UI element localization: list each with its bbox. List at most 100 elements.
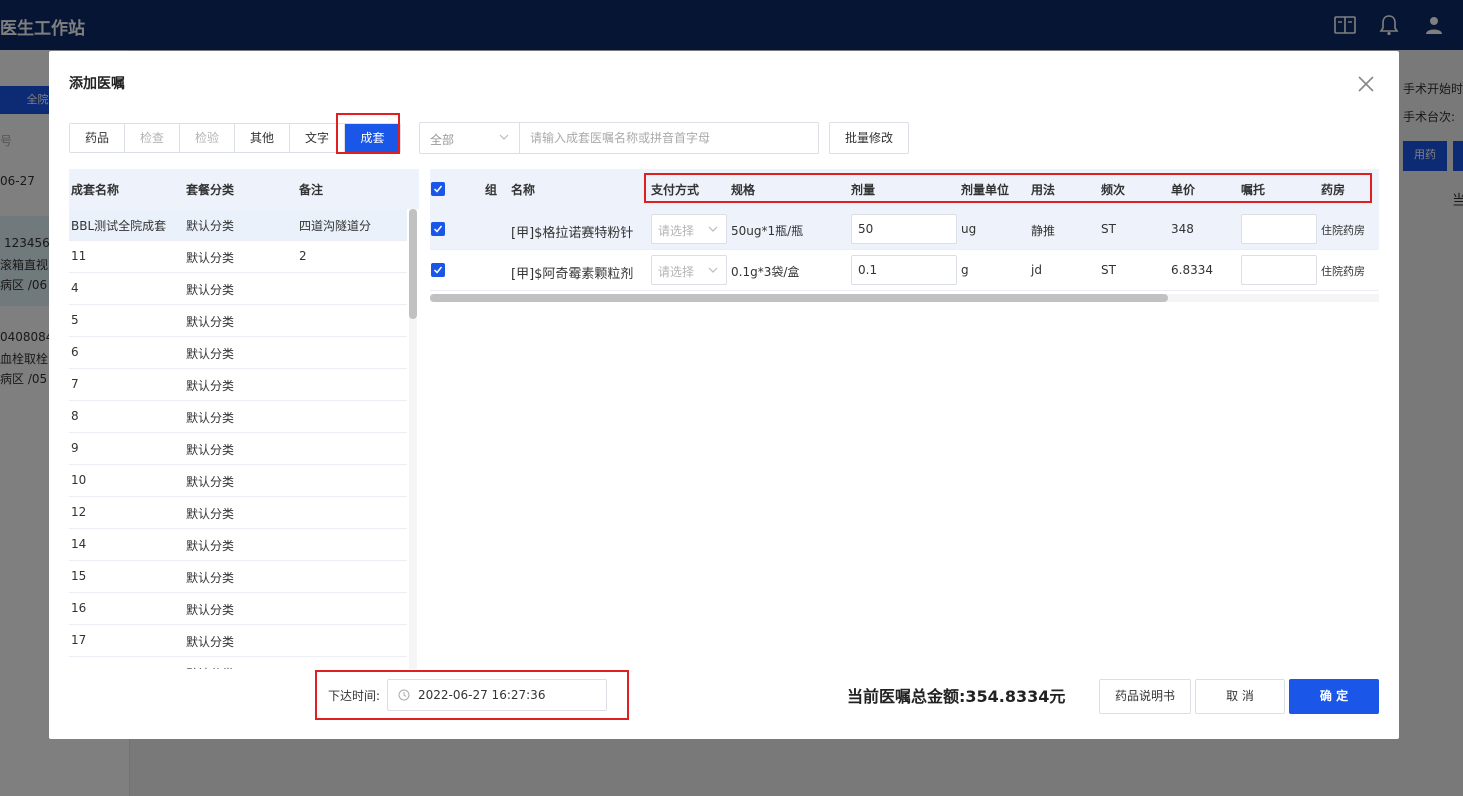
set-list-row[interactable]: 15 默认分类: [69, 561, 407, 593]
set-category-cell: 默认分类: [186, 219, 235, 233]
set-list-row[interactable]: BBL测试全院成套 默认分类 四道沟隧道分: [69, 209, 407, 241]
col-unit: 剂量单位: [961, 183, 1010, 197]
issue-time-value: 2022-06-27 16:27:36: [418, 688, 546, 702]
order-type-tabs: 药品 检查 检验 其他 文字 成套: [69, 123, 401, 153]
set-category-cell: 默认分类: [186, 411, 235, 425]
set-list-row[interactable]: 8 默认分类: [69, 401, 407, 433]
category-filter-select[interactable]: 全部: [419, 122, 519, 154]
set-name-cell: 6: [71, 345, 79, 359]
set-list-row[interactable]: 14 默认分类: [69, 529, 407, 561]
chevron-down-icon: [708, 226, 718, 232]
drug-manual-button[interactable]: 药品说明书: [1099, 679, 1191, 714]
col-pay: 支付方式: [651, 183, 700, 197]
usage: jd: [1031, 263, 1042, 277]
dose-unit: ug: [961, 222, 977, 236]
order-table-hscrollbar[interactable]: [430, 294, 1379, 302]
col-name: 名称: [511, 183, 536, 197]
set-list-header: 成套名称 套餐分类 备注: [69, 169, 419, 209]
order-detail-table: 组 名称 支付方式 规格 剂量 剂量单位 用法 频次 单价 嘱托 药房 [甲]$…: [430, 169, 1379, 304]
set-list-row[interactable]: 11 默认分类 2: [69, 241, 407, 273]
row-checkbox[interactable]: [431, 263, 445, 277]
set-name-cell: 15: [71, 569, 87, 583]
set-name-cell: 16: [71, 601, 87, 615]
set-list-row[interactable]: 17 默认分类: [69, 625, 407, 657]
clock-icon: [398, 689, 410, 701]
col-note: 嘱托: [1241, 183, 1266, 197]
select-all-checkbox[interactable]: [431, 182, 445, 196]
tab-set[interactable]: 成套: [345, 124, 400, 152]
frequency: ST: [1101, 222, 1116, 236]
drug-name: [甲]$阿奇霉素颗粒剂: [511, 267, 634, 282]
set-list-scrollbar[interactable]: [409, 209, 417, 669]
set-note-cell: 四道沟隧道分: [299, 219, 372, 233]
set-list-row[interactable]: 9 默认分类: [69, 433, 407, 465]
set-category-cell: 默认分类: [186, 475, 235, 489]
set-category-cell: 默认分类: [186, 443, 235, 457]
pharmacy: 住院药房: [1321, 224, 1365, 237]
set-list-row[interactable]: 4 默认分类: [69, 273, 407, 305]
pay-method-placeholder: 请选择: [658, 265, 695, 279]
set-category-cell: 默认分类: [186, 315, 235, 329]
set-category-cell: 默认分类: [186, 251, 235, 265]
dose-input[interactable]: [851, 214, 957, 244]
set-category-cell: 默认分类: [186, 571, 235, 585]
confirm-button[interactable]: 确 定: [1289, 679, 1379, 714]
tab-text[interactable]: 文字: [290, 124, 345, 152]
category-filter-value: 全部: [430, 133, 455, 147]
set-list-row[interactable]: 默认分类: [69, 657, 407, 669]
set-note-cell: 2: [299, 249, 307, 263]
set-name-cell: 5: [71, 313, 79, 327]
tab-other[interactable]: 其他: [235, 124, 290, 152]
order-total-amount: 当前医嘱总金额:354.8334元: [847, 687, 1066, 706]
close-icon[interactable]: [1355, 73, 1377, 95]
pay-method-placeholder: 请选择: [658, 224, 695, 238]
batch-edit-button[interactable]: 批量修改: [829, 122, 909, 154]
order-row[interactable]: [甲]$阿奇霉素颗粒剂 请选择 0.1g*3袋/盒 g jd ST 6.8334 住院药房: [430, 250, 1379, 291]
issue-time-label: 下达时间:: [328, 689, 381, 703]
set-category-cell: 默认分类: [186, 635, 235, 649]
order-row[interactable]: [甲]$格拉诺赛特粉针 请选择 50ug*1瓶/瓶 ug 静推 ST 348 住院药房: [430, 209, 1379, 250]
set-name-cell: 12: [71, 505, 87, 519]
set-name-cell: 14: [71, 537, 87, 551]
col-group: 组: [485, 183, 498, 197]
tab-lab[interactable]: 检验: [180, 124, 235, 152]
check-icon: [433, 225, 443, 233]
set-list-row[interactable]: 7 默认分类: [69, 369, 407, 401]
set-category-cell: 默认分类: [186, 665, 234, 669]
instruction-input[interactable]: [1241, 214, 1317, 244]
order-table-hscroll-thumb[interactable]: [430, 294, 1168, 302]
frequency: ST: [1101, 263, 1116, 277]
set-name-cell: 4: [71, 281, 79, 295]
chevron-down-icon: [499, 134, 509, 140]
tab-drug[interactable]: 药品: [70, 124, 125, 152]
set-category-cell: 默认分类: [186, 603, 235, 617]
set-list-row[interactable]: 5 默认分类: [69, 305, 407, 337]
col-pharmacy: 药房: [1321, 183, 1346, 197]
pay-method-select[interactable]: 请选择: [651, 214, 727, 244]
set-search-input[interactable]: [519, 122, 819, 154]
usage: 静推: [1031, 224, 1056, 238]
set-name-cell: BBL测试全院成套: [71, 219, 167, 233]
col-price: 单价: [1171, 183, 1196, 197]
set-list-row[interactable]: 16 默认分类: [69, 593, 407, 625]
set-category-cell: 默认分类: [186, 507, 235, 521]
set-list-row[interactable]: 10 默认分类: [69, 465, 407, 497]
check-icon: [433, 266, 443, 274]
row-checkbox[interactable]: [431, 222, 445, 236]
dose-input[interactable]: [851, 255, 957, 285]
chevron-down-icon: [708, 267, 718, 273]
set-list-scroll-thumb[interactable]: [409, 209, 417, 319]
set-list-table: 成套名称 套餐分类 备注 BBL测试全院成套 默认分类 四道沟隧道分 11 默认分类 2 4…: [69, 169, 419, 669]
tab-exam[interactable]: 检查: [125, 124, 180, 152]
cancel-button[interactable]: 取 消: [1195, 679, 1285, 714]
dialog-title: 添加医嘱: [69, 76, 125, 92]
instruction-input[interactable]: [1241, 255, 1317, 285]
set-list-row[interactable]: 6 默认分类: [69, 337, 407, 369]
pharmacy: 住院药房: [1321, 265, 1365, 278]
check-icon: [433, 185, 443, 193]
issue-time-picker[interactable]: 2022-06-27 16:27:36: [387, 679, 607, 711]
col-spec: 规格: [731, 183, 756, 197]
col-freq: 频次: [1101, 183, 1126, 197]
pay-method-select[interactable]: 请选择: [651, 255, 727, 285]
set-list-row[interactable]: 12 默认分类: [69, 497, 407, 529]
